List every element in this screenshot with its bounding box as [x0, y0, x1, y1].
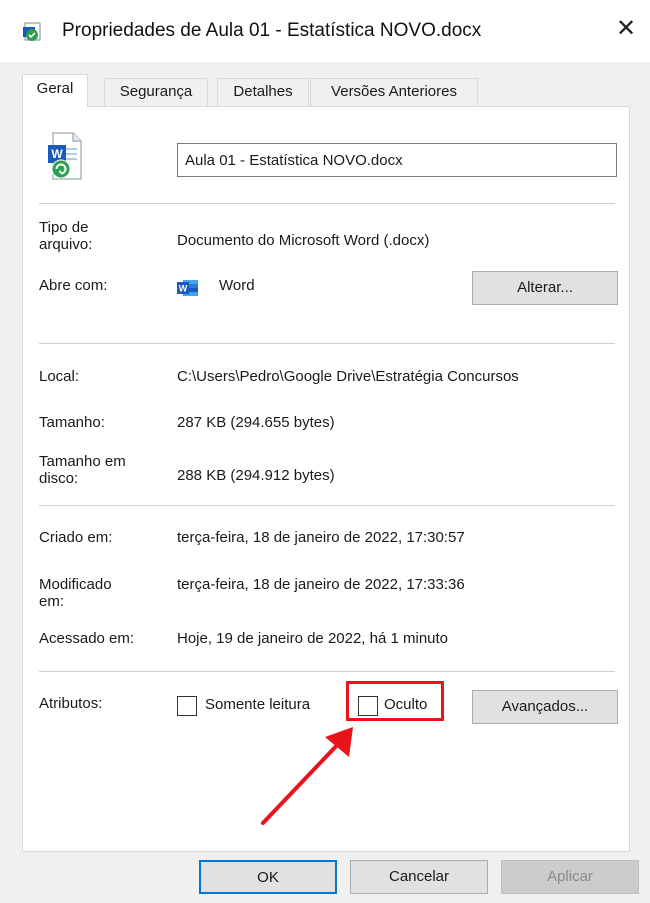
- annotation-arrow-icon: [261, 727, 353, 825]
- word-app-icon: W: [177, 280, 198, 296]
- accessed-label: Acessado em:: [39, 630, 135, 647]
- title-bar: Propriedades de Aula 01 - Estatística NO…: [0, 0, 650, 62]
- attributes-label: Atributos:: [39, 695, 103, 712]
- disk-size-label-line1: Tamanho em: [39, 453, 126, 470]
- svg-text:W: W: [51, 147, 63, 161]
- hidden-attribute-highlight: [346, 681, 444, 721]
- apply-button[interactable]: Aplicar: [501, 860, 639, 894]
- modified-label-line2: em:: [39, 593, 65, 610]
- modified-label-line1: Modificado: [39, 576, 112, 593]
- created-value: terça-feira, 18 de janeiro de 2022, 17:3…: [177, 529, 465, 546]
- readonly-checkbox[interactable]: [177, 696, 197, 716]
- cancel-button[interactable]: Cancelar: [350, 860, 488, 894]
- file-type-label-line2: arquivo:: [39, 236, 93, 253]
- modified-value: terça-feira, 18 de janeiro de 2022, 17:3…: [177, 576, 465, 593]
- disk-size-value: 288 KB (294.912 bytes): [177, 467, 335, 484]
- tab-detalhes[interactable]: Detalhes: [217, 78, 309, 106]
- tab-versoes-anteriores[interactable]: Versões Anteriores: [310, 78, 478, 106]
- location-label: Local:: [39, 368, 80, 385]
- separator: [39, 671, 615, 672]
- tab-seguranca[interactable]: Segurança: [104, 78, 208, 106]
- size-value: 287 KB (294.655 bytes): [177, 414, 335, 431]
- file-name-input[interactable]: Aula 01 - Estatística NOVO.docx: [177, 143, 617, 177]
- change-app-button[interactable]: Alterar...: [472, 271, 618, 305]
- svg-text:W: W: [179, 284, 188, 294]
- opens-with-value: Word: [219, 277, 255, 294]
- disk-size-label: Tamanho em disco:: [39, 453, 126, 487]
- location-value: C:\Users\Pedro\Google Drive\Estratégia C…: [177, 368, 519, 385]
- size-label: Tamanho:: [39, 414, 105, 431]
- modified-label: Modificado em:: [39, 576, 112, 610]
- tab-geral[interactable]: Geral: [22, 74, 88, 107]
- separator: [39, 505, 615, 506]
- created-label: Criado em:: [39, 529, 113, 546]
- advanced-button[interactable]: Avançados...: [472, 690, 618, 724]
- separator: [39, 203, 615, 204]
- close-icon[interactable]: ✕: [614, 16, 638, 42]
- opens-with-label: Abre com:: [39, 277, 108, 294]
- file-type-label-line1: Tipo de: [39, 219, 89, 236]
- accessed-value: Hoje, 19 de janeiro de 2022, há 1 minuto: [177, 630, 449, 647]
- file-type-value: Documento do Microsoft Word (.docx): [177, 232, 430, 249]
- document-properties-icon: [23, 22, 41, 41]
- general-tab-panel: W Aula 01 - Estatística NOVO.docx Tipo d…: [22, 106, 630, 852]
- readonly-label[interactable]: Somente leitura: [205, 696, 310, 713]
- disk-size-label-line2: disco:: [39, 470, 79, 487]
- ok-button[interactable]: OK: [199, 860, 337, 894]
- word-document-icon: W: [48, 132, 82, 180]
- window-title: Propriedades de Aula 01 - Estatística NO…: [62, 20, 482, 41]
- separator: [39, 343, 615, 344]
- file-type-label: Tipo de arquivo:: [39, 219, 92, 253]
